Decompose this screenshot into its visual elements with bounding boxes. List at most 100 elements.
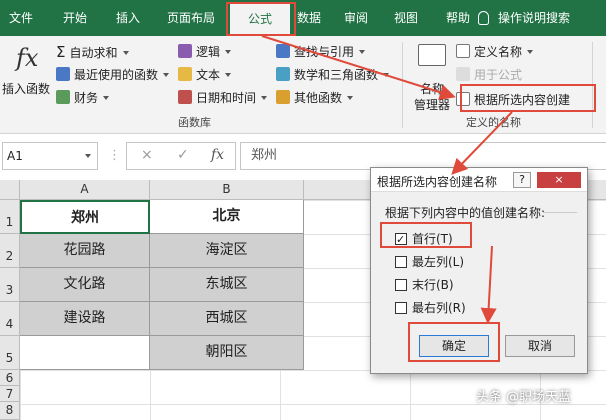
highlight-formulas-tab — [226, 2, 296, 36]
insert-function-button[interactable]: fx 插入函数 — [2, 42, 52, 102]
logical-button[interactable]: 逻辑 — [178, 42, 232, 62]
chevron-down-icon — [85, 154, 91, 158]
tab-view[interactable]: 视图 — [388, 0, 424, 36]
chevron-down-icon — [261, 96, 268, 100]
cell-b4[interactable]: 西城区 — [150, 302, 304, 336]
name-manager-label-2: 管理器 — [414, 98, 451, 112]
tab-file[interactable]: 文件 — [0, 0, 42, 36]
use-in-formula-label: 用于公式 — [474, 68, 523, 82]
cell-b2[interactable]: 海淀区 — [150, 234, 304, 268]
define-name-label: 定义名称 — [474, 45, 523, 59]
cell-b5[interactable]: 朝阳区 — [150, 336, 304, 370]
resize-handle-icon[interactable]: ⋮ — [108, 148, 122, 163]
cell-a2[interactable]: 花园路 — [20, 234, 150, 268]
tab-data[interactable]: 数据 — [292, 0, 326, 36]
row-header-1[interactable]: 1 — [0, 200, 20, 234]
column-header-b[interactable]: B — [150, 180, 304, 200]
math-trig-button[interactable]: 数学和三角函数 — [276, 65, 390, 85]
tab-help[interactable]: 帮助 — [440, 0, 476, 36]
ribbon-tab-bar: 文件 开始 插入 页面布局 公式 数据 审阅 视图 帮助 操作说明搜索 — [0, 0, 606, 36]
sigma-icon: Σ — [56, 43, 66, 61]
formula-bar-buttons: × ✓ fx — [126, 142, 236, 170]
select-all-corner[interactable] — [0, 180, 20, 200]
name-manager-label-1: 名称 — [420, 82, 445, 96]
define-name-button[interactable]: 定义名称 — [456, 42, 534, 62]
cell-a3[interactable]: 文化路 — [20, 268, 150, 302]
row-header-6[interactable]: 6 — [0, 370, 20, 386]
tab-review[interactable]: 审阅 — [338, 0, 374, 36]
checkbox-icon — [395, 279, 407, 291]
cell-b3[interactable]: 东城区 — [150, 268, 304, 302]
row-header-2[interactable]: 2 — [0, 234, 20, 268]
checkbox-left-column[interactable]: 最左列(L) — [395, 253, 464, 271]
checkbox-bottom-row[interactable]: 末行(B) — [395, 276, 454, 294]
tab-home[interactable]: 开始 — [52, 0, 98, 36]
date-time-label: 日期和时间 — [196, 91, 257, 105]
checkbox-left-column-label: 最左列(L) — [412, 255, 465, 269]
cancel-button[interactable]: 取消 — [505, 335, 575, 357]
formula-input[interactable]: 郑州 — [240, 142, 606, 170]
name-manager-icon — [418, 44, 446, 66]
row-header-4[interactable]: 4 — [0, 302, 20, 336]
checkbox-icon — [395, 256, 407, 268]
cancel-icon[interactable]: × — [141, 147, 153, 163]
use-in-formula-button[interactable]: 用于公式 — [456, 65, 522, 85]
checkbox-right-column[interactable]: 最右列(R) — [395, 299, 466, 317]
math-icon — [276, 67, 290, 81]
tag-icon — [456, 44, 470, 58]
financial-button[interactable]: 财务 — [56, 88, 110, 108]
more-functions-label: 其他函数 — [294, 91, 343, 105]
watermark: 头条 @职场天蓝 — [476, 390, 572, 405]
groupbox-line — [543, 212, 577, 213]
lookup-icon — [276, 44, 290, 58]
logical-label: 逻辑 — [196, 45, 221, 59]
enter-icon[interactable]: ✓ — [177, 147, 189, 163]
fx-icon[interactable]: fx — [211, 147, 224, 163]
cell-b1[interactable]: 北京 — [150, 200, 304, 234]
autosum-label: 自动求和 — [69, 46, 118, 60]
tab-insert[interactable]: 插入 — [106, 0, 150, 36]
chevron-down-icon — [163, 73, 170, 77]
name-manager-button[interactable]: 名称 管理器 — [410, 42, 454, 112]
star-icon — [56, 67, 70, 81]
lookup-reference-button[interactable]: 查找与引用 — [276, 42, 366, 62]
text-label: 文本 — [196, 68, 221, 82]
more-functions-icon — [276, 90, 290, 104]
dialog-title-bar[interactable]: 根据所选内容创建名称 ? × — [371, 168, 587, 192]
dialog-prompt: 根据下列内容中的值创建名称: — [385, 206, 546, 220]
tell-me-search[interactable]: 操作说明搜索 — [478, 0, 570, 36]
lookup-reference-label: 查找与引用 — [294, 45, 355, 59]
highlight-ok-button — [408, 322, 500, 362]
highlight-create-from-selection — [460, 84, 596, 112]
recently-used-button[interactable]: 最近使用的函数 — [56, 65, 170, 85]
name-box-value: A1 — [7, 149, 23, 163]
cell-a1[interactable]: 郑州 — [20, 200, 150, 234]
date-time-button[interactable]: 日期和时间 — [178, 88, 268, 108]
cell-a5[interactable] — [20, 336, 150, 370]
row-header-5[interactable]: 5 — [0, 336, 20, 370]
chevron-down-icon — [225, 73, 232, 77]
name-box[interactable]: A1 — [2, 142, 98, 170]
chevron-down-icon — [383, 73, 390, 77]
formula-bar: A1 ⋮ × ✓ fx 郑州 — [0, 142, 606, 170]
financial-label: 财务 — [74, 91, 99, 105]
fx-icon: fx — [16, 44, 39, 72]
row-header-3[interactable]: 3 — [0, 268, 20, 302]
cell-a4[interactable]: 建设路 — [20, 302, 150, 336]
row-header-8[interactable]: 8 — [0, 402, 20, 420]
highlight-top-row-option — [380, 222, 472, 248]
close-button[interactable]: × — [537, 172, 581, 188]
tab-page-layout[interactable]: 页面布局 — [158, 0, 224, 36]
help-button[interactable]: ? — [513, 172, 531, 188]
row-header-7[interactable]: 7 — [0, 386, 20, 402]
math-trig-label: 数学和三角函数 — [294, 68, 379, 82]
autosum-button[interactable]: Σ 自动求和 — [56, 42, 129, 62]
text-button[interactable]: 文本 — [178, 65, 232, 85]
logical-icon — [178, 44, 192, 58]
chevron-down-icon — [347, 96, 354, 100]
function-library-group-label: 函数库 — [178, 116, 211, 129]
more-functions-button[interactable]: 其他函数 — [276, 88, 354, 108]
group-separator — [402, 42, 403, 128]
column-header-a[interactable]: A — [20, 180, 150, 200]
chevron-down-icon — [225, 50, 232, 54]
